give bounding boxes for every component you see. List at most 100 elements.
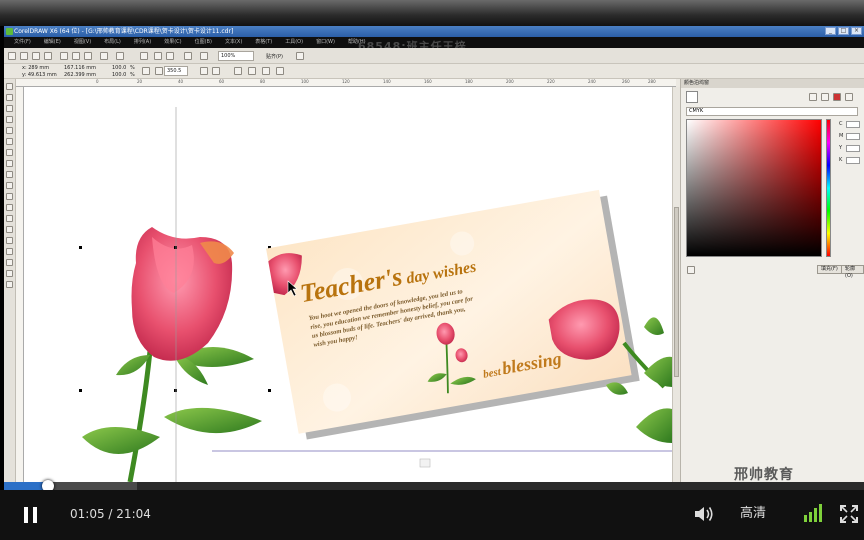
polygon-tool-icon[interactable]	[6, 171, 13, 178]
quality-selector[interactable]: 高清	[740, 506, 766, 522]
pick-tool-icon[interactable]	[6, 83, 13, 90]
drawing-canvas[interactable]: Teacher's day wishes You hoot we opened …	[24, 87, 672, 482]
object-width[interactable]: 167.116 mm	[64, 65, 96, 71]
cut-icon[interactable]	[60, 52, 68, 60]
y-position[interactable]: y: 49.613 mm	[22, 72, 57, 78]
menu-arrange[interactable]: 排列(A)	[134, 37, 151, 48]
object-height[interactable]: 262.399 mm	[64, 72, 96, 78]
save-icon[interactable]	[32, 52, 40, 60]
fill-button[interactable]: 填充(F)	[817, 265, 842, 274]
menu-edit[interactable]: 编辑(E)	[44, 37, 61, 48]
undo-icon[interactable]	[100, 52, 108, 60]
print-icon[interactable]	[44, 52, 52, 60]
channel-m-input[interactable]	[846, 133, 860, 140]
launcher-icon[interactable]	[184, 52, 192, 60]
selection-handle[interactable]	[79, 389, 82, 392]
maximize-button[interactable]: □	[838, 27, 849, 35]
welcome-icon[interactable]	[200, 52, 208, 60]
menu-bitmaps[interactable]: 位图(B)	[195, 37, 212, 48]
connector-tool-icon[interactable]	[6, 226, 13, 233]
menu-effects[interactable]: 效果(C)	[164, 37, 181, 48]
rotation-angle-field[interactable]: 350.5	[164, 66, 188, 76]
mirror-horizontal-icon[interactable]	[200, 67, 208, 75]
eyedropper-tool-icon[interactable]	[6, 248, 13, 255]
volume-icon[interactable]	[694, 505, 714, 523]
greeting-card[interactable]: Teacher's day wishes You hoot we opened …	[266, 189, 640, 441]
selection-handle[interactable]	[268, 389, 271, 392]
scrollbar-thumb[interactable]	[674, 207, 679, 377]
ruler-mark: 140	[383, 79, 391, 84]
minimize-button[interactable]: _	[825, 27, 836, 35]
channel-y-input[interactable]	[846, 145, 860, 152]
outline-tool-icon[interactable]	[6, 259, 13, 266]
fullscreen-icon[interactable]	[840, 505, 858, 523]
lock-icon[interactable]	[687, 266, 695, 274]
ellipse-tool-icon[interactable]	[6, 160, 13, 167]
menu-table[interactable]: 表格(T)	[255, 37, 272, 48]
selection-handle[interactable]	[174, 389, 177, 392]
text-tool-icon[interactable]	[6, 193, 13, 200]
new-document-icon[interactable]	[8, 52, 16, 60]
vertical-scrollbar[interactable]	[672, 87, 680, 482]
to-front-icon[interactable]	[262, 67, 270, 75]
fill-tool-icon[interactable]	[6, 270, 13, 277]
standard-toolbar: 100% 贴齐(P)	[4, 48, 864, 64]
menu-window[interactable]: 窗口(W)	[316, 37, 335, 48]
color-slider-icon[interactable]	[845, 93, 853, 101]
table-tool-icon[interactable]	[6, 204, 13, 211]
color-palette-icon[interactable]	[833, 93, 841, 101]
lock-ratio-icon[interactable]	[142, 67, 150, 75]
color-viewer-icon[interactable]	[821, 93, 829, 101]
property-bar: x: 289 mm y: 49.613 mm 167.116 mm 262.39…	[4, 64, 864, 79]
search-icon[interactable]	[140, 52, 148, 60]
color-model-select[interactable]: CMYK	[686, 107, 858, 116]
export-icon[interactable]	[166, 52, 174, 60]
basic-shapes-tool-icon[interactable]	[6, 182, 13, 189]
freehand-tool-icon[interactable]	[6, 127, 13, 134]
color-picker-area[interactable]	[686, 119, 822, 257]
menu-layout[interactable]: 布局(L)	[104, 37, 121, 48]
menu-file[interactable]: 文件(F)	[14, 37, 31, 48]
menu-view[interactable]: 视图(V)	[74, 37, 91, 48]
ungroup-icon[interactable]	[248, 67, 256, 75]
snap-to-dropdown[interactable]: 贴齐(P)	[266, 53, 283, 60]
menu-text[interactable]: 文本(X)	[225, 37, 242, 48]
page-navigator[interactable]	[419, 458, 431, 468]
reference-color-swatch[interactable]	[686, 91, 698, 103]
redo-icon[interactable]	[116, 52, 124, 60]
ruler-mark: 160	[424, 79, 432, 84]
eyedropper-icon[interactable]	[809, 93, 817, 101]
hue-slider[interactable]	[826, 119, 831, 257]
x-position[interactable]: x: 289 mm	[22, 65, 49, 71]
import-icon[interactable]	[154, 52, 162, 60]
smart-fill-tool-icon[interactable]	[6, 138, 13, 145]
shape-tool-icon[interactable]	[6, 94, 13, 101]
pause-icon[interactable]	[24, 507, 38, 523]
rectangle-tool-icon[interactable]	[6, 149, 13, 156]
to-back-icon[interactable]	[276, 67, 284, 75]
canvas-artwork[interactable]: Teacher's day wishes You hoot we opened …	[24, 87, 672, 482]
close-button[interactable]: ×	[851, 27, 862, 35]
selection-handle[interactable]	[174, 246, 177, 249]
dimension-tool-icon[interactable]	[6, 215, 13, 222]
group-icon[interactable]	[234, 67, 242, 75]
channel-k-input[interactable]	[846, 157, 860, 164]
outline-button[interactable]: 轮廓(O)	[841, 265, 864, 279]
copy-icon[interactable]	[72, 52, 80, 60]
options-icon[interactable]	[296, 52, 304, 60]
open-icon[interactable]	[20, 52, 28, 60]
interactive-fill-tool-icon[interactable]	[6, 281, 13, 288]
mirror-vertical-icon[interactable]	[212, 67, 220, 75]
paste-icon[interactable]	[84, 52, 92, 60]
selection-handle[interactable]	[79, 246, 82, 249]
scale-x[interactable]: 100.0	[112, 65, 126, 71]
menu-tools[interactable]: 工具(O)	[285, 37, 303, 48]
scale-y[interactable]: 100.0	[112, 72, 126, 78]
zoom-level-field[interactable]: 100%	[218, 51, 254, 61]
signal-strength-icon	[804, 504, 822, 522]
zoom-tool-icon[interactable]	[6, 116, 13, 123]
blend-tool-icon[interactable]	[6, 237, 13, 244]
video-progress-bar[interactable]	[4, 480, 864, 492]
channel-c-input[interactable]	[846, 121, 860, 128]
crop-tool-icon[interactable]	[6, 105, 13, 112]
